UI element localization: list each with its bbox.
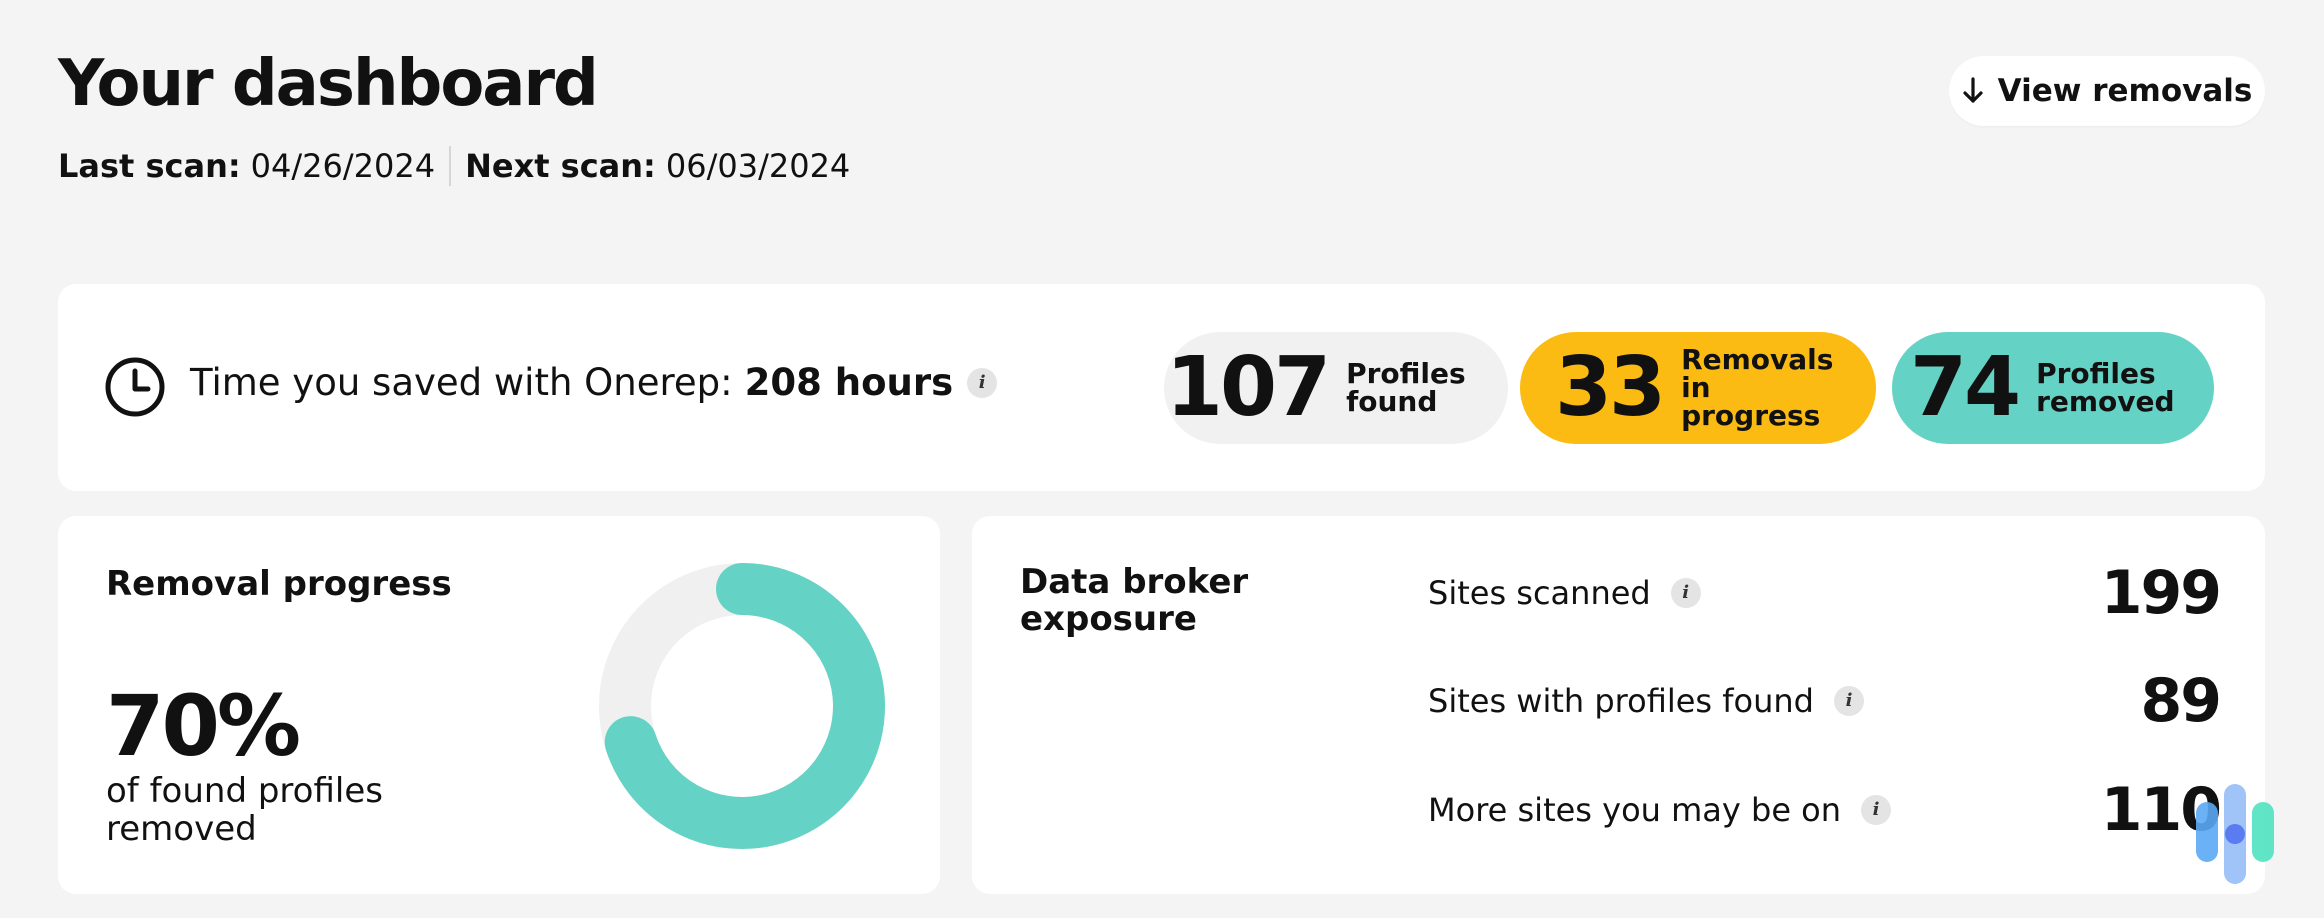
last-scan-value: 04/26/2024 — [250, 147, 436, 185]
exposure-row-more-sites: More sites you may be on i 110 — [1428, 780, 2222, 840]
clock-icon — [105, 357, 165, 417]
brand-watermark-logo — [2196, 784, 2274, 884]
more-sites-label: More sites you may be on — [1428, 791, 1842, 829]
profiles-removed-label: Profiles removed — [2036, 357, 2175, 418]
time-saved-label: Time you saved with Onerep: — [190, 361, 733, 404]
view-removals-button[interactable]: View removals — [1949, 56, 2265, 126]
data-broker-exposure-title: Data broker exposure — [1020, 562, 1249, 640]
arrow-down-icon — [1963, 77, 1983, 103]
removals-in-progress-pill: 33 Removals in progress — [1520, 332, 1876, 444]
sites-with-profiles-value: 89 — [2140, 666, 2222, 736]
page-title: Your dashboard — [58, 47, 599, 121]
view-removals-label: View removals — [1997, 73, 2253, 109]
scan-dates: Last scan: 04/26/2024 Next scan: 06/03/2… — [58, 146, 850, 186]
removal-percent: 70% — [106, 677, 301, 775]
data-broker-exposure-card: Data broker exposure Sites scanned i 199… — [972, 516, 2265, 894]
sites-scanned-value: 199 — [2100, 558, 2222, 628]
sites-with-profiles-label: Sites with profiles found — [1428, 682, 1814, 720]
next-scan-label: Next scan: — [465, 147, 656, 185]
removal-progress-card: Removal progress 70% of found profiles r… — [58, 516, 940, 894]
profiles-found-label: Profiles found — [1346, 357, 1466, 418]
removal-percent-subtitle: of found profiles removed — [106, 771, 383, 850]
info-icon[interactable]: i — [1670, 578, 1701, 608]
removal-progress-donut — [599, 563, 885, 849]
time-saved-hours: 208 hours — [744, 361, 954, 404]
removal-progress-title: Removal progress — [106, 564, 452, 604]
next-scan-value: 06/03/2024 — [665, 147, 851, 185]
scan-divider — [449, 146, 452, 186]
exposure-row-sites-with-profiles: Sites with profiles found i 89 — [1428, 666, 2222, 736]
dashboard-page: Your dashboard Last scan: 04/26/2024 Nex… — [0, 0, 2324, 918]
profiles-removed-pill: 74 Profiles removed — [1892, 332, 2214, 444]
profiles-found-pill: 107 Profiles found — [1164, 332, 1508, 444]
info-icon[interactable]: i — [1833, 686, 1864, 716]
last-scan-label: Last scan: — [58, 147, 241, 185]
profiles-removed-count: 74 — [1909, 340, 2021, 435]
removals-in-progress-label: Removals in progress — [1681, 343, 1834, 432]
removals-in-progress-count: 33 — [1554, 340, 1666, 435]
info-icon[interactable]: i — [1861, 795, 1892, 825]
summary-card: Time you saved with Onerep: 208 hours i … — [58, 284, 2265, 491]
exposure-row-sites-scanned: Sites scanned i 199 — [1428, 558, 2222, 628]
time-saved: Time you saved with Onerep: 208 hours i — [190, 361, 998, 404]
sites-scanned-label: Sites scanned — [1428, 574, 1651, 612]
info-icon[interactable]: i — [967, 367, 998, 398]
profiles-found-count: 107 — [1165, 340, 1331, 435]
